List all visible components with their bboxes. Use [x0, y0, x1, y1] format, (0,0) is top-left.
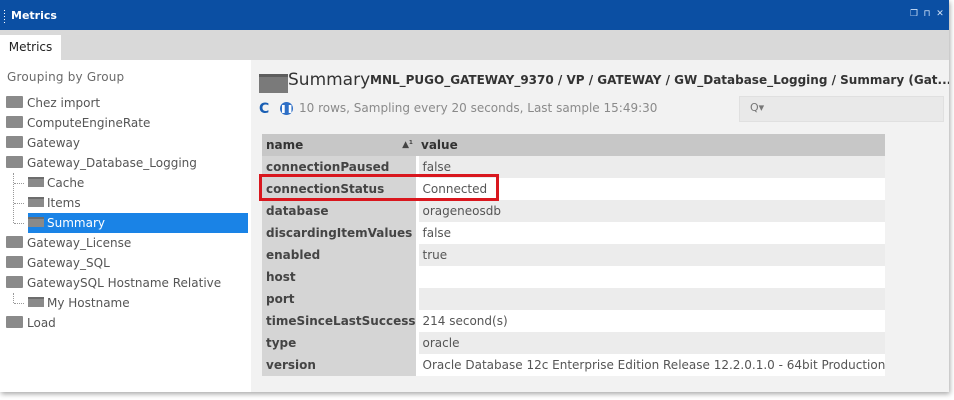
metric-icon [259, 74, 288, 93]
folder-icon [6, 156, 23, 168]
tree-item-label: Gateway_Database_Logging [27, 156, 197, 170]
tree-item-label: Load [27, 316, 56, 330]
cell-value: false [417, 222, 886, 244]
cell-value: 214 second(s) [417, 310, 886, 332]
tree-item-gateway-sql[interactable]: Gateway_SQL [6, 253, 110, 273]
tree-item-label: Chez import [27, 96, 101, 110]
grouping-sidebar: Grouping by Group Chez import ComputeEng… [0, 60, 250, 392]
cell-name: discardingItemValues [262, 222, 419, 244]
pin-icon[interactable]: ⊓ [922, 9, 932, 20]
tree-connector [14, 183, 24, 184]
metric-icon [28, 177, 44, 187]
tree-item-cache[interactable]: Cache [28, 173, 88, 193]
tree-item-computeenginerate[interactable]: ComputeEngineRate [6, 113, 150, 133]
search-icon: Q▾ [750, 101, 765, 114]
search-input[interactable]: Q▾ [739, 96, 944, 122]
table-row[interactable]: type oracle [262, 332, 886, 354]
tree-item-gateway[interactable]: Gateway [6, 133, 80, 153]
cell-name: database [262, 200, 419, 222]
cell-name: host [262, 266, 419, 288]
cell-value [417, 266, 886, 288]
cell-value [417, 288, 886, 310]
table-row[interactable]: timeSinceLastSuccess 214 second(s) [262, 310, 886, 332]
folder-icon [6, 276, 23, 288]
metric-icon [28, 197, 44, 207]
page-title: Summary [288, 70, 371, 90]
metrics-window: Metrics ❐ ⊓ ✕ Metrics Grouping by Group … [0, 0, 949, 392]
pause-icon[interactable]: ❚❚ [280, 102, 293, 115]
table-row[interactable]: host [262, 266, 886, 288]
title-bar: Metrics ❐ ⊓ ✕ [0, 0, 949, 30]
column-header-label: name [266, 138, 304, 152]
metric-icon [28, 217, 44, 227]
tree-item-label: Gateway_SQL [27, 256, 110, 270]
cell-value: orageneosdb [417, 200, 886, 222]
column-header-value[interactable]: value [417, 134, 886, 156]
refresh-icon[interactable]: C [259, 101, 269, 117]
folder-icon [6, 96, 23, 108]
cell-value: Oracle Database 12c Enterprise Edition R… [417, 354, 886, 376]
cell-name: version [262, 354, 419, 376]
tree-item-my-hostname[interactable]: My Hostname [28, 293, 130, 313]
table-row[interactable]: enabled true [262, 244, 886, 266]
table-row[interactable]: port [262, 288, 886, 310]
tree-item-chez-import[interactable]: Chez import [6, 93, 100, 113]
cell-name: timeSinceLastSuccess [262, 310, 419, 332]
window-controls: ❐ ⊓ ✕ [909, 9, 945, 20]
table-row[interactable]: version Oracle Database 12c Enterprise E… [262, 354, 886, 376]
folder-icon [6, 136, 23, 148]
breadcrumb: MNL_PUGO_GATEWAY_9370 / VP / GATEWAY / G… [370, 73, 949, 87]
folder-icon [6, 116, 23, 128]
tree-item-label: GatewaySQL Hostname Relative [27, 276, 222, 290]
tree-item-label: Gateway [27, 136, 81, 150]
tree-item-label: Cache [47, 176, 85, 190]
folder-icon [6, 256, 23, 268]
cell-name: port [262, 288, 419, 310]
table-row[interactable]: discardingItemValues false [262, 222, 886, 244]
tree-item-load[interactable]: Load [6, 313, 56, 333]
tab-strip: Metrics [0, 30, 949, 62]
tree-item-gateway-license[interactable]: Gateway_License [6, 233, 131, 253]
column-header-name[interactable]: name ▲¹ [262, 134, 418, 156]
folder-icon [6, 236, 23, 248]
tree-connector [14, 203, 24, 204]
tree-item-gateway-database-logging[interactable]: Gateway_Database_Logging [6, 153, 197, 173]
sampling-status: 10 rows, Sampling every 20 seconds, Last… [299, 101, 658, 115]
close-icon[interactable]: ✕ [935, 9, 945, 20]
tree-item-label: Gateway_License [27, 236, 132, 250]
metric-icon [28, 297, 44, 307]
table-header-row: name ▲¹ value [262, 134, 886, 156]
sort-ascending-icon[interactable]: ▲¹ [402, 134, 413, 156]
metrics-table: name ▲¹ value connectionPaused false con… [262, 134, 886, 376]
tree-item-label: Summary [47, 216, 105, 230]
restore-icon[interactable]: ❐ [909, 9, 919, 20]
table-row[interactable]: database orageneosdb [262, 200, 886, 222]
tree-connector [13, 173, 14, 223]
tree-connector [14, 303, 24, 304]
tree-item-items[interactable]: Items [28, 193, 85, 213]
cell-name: type [262, 332, 419, 354]
main-panel: Summary MNL_PUGO_GATEWAY_9370 / VP / GAT… [251, 60, 949, 392]
folder-icon [6, 316, 23, 328]
tree-item-label: ComputeEngineRate [27, 116, 151, 130]
cell-name: enabled [262, 244, 419, 266]
tree-connector [14, 223, 24, 224]
annotation-highlight-box [259, 174, 499, 201]
drag-grip-icon[interactable] [3, 9, 6, 24]
sidebar-title: Grouping by Group [7, 70, 125, 84]
tree-connector [13, 293, 14, 303]
window-title: Metrics [11, 9, 57, 22]
tree-item-label: Items [47, 196, 81, 210]
tree-item-gatewaysql-hostname-relative[interactable]: GatewaySQL Hostname Relative [6, 273, 221, 293]
cell-value: oracle [417, 332, 886, 354]
tree-item-label: My Hostname [47, 296, 130, 310]
tab-metrics[interactable]: Metrics [0, 35, 61, 62]
tree-item-summary[interactable]: Summary [28, 213, 248, 233]
cell-value: true [417, 244, 886, 266]
